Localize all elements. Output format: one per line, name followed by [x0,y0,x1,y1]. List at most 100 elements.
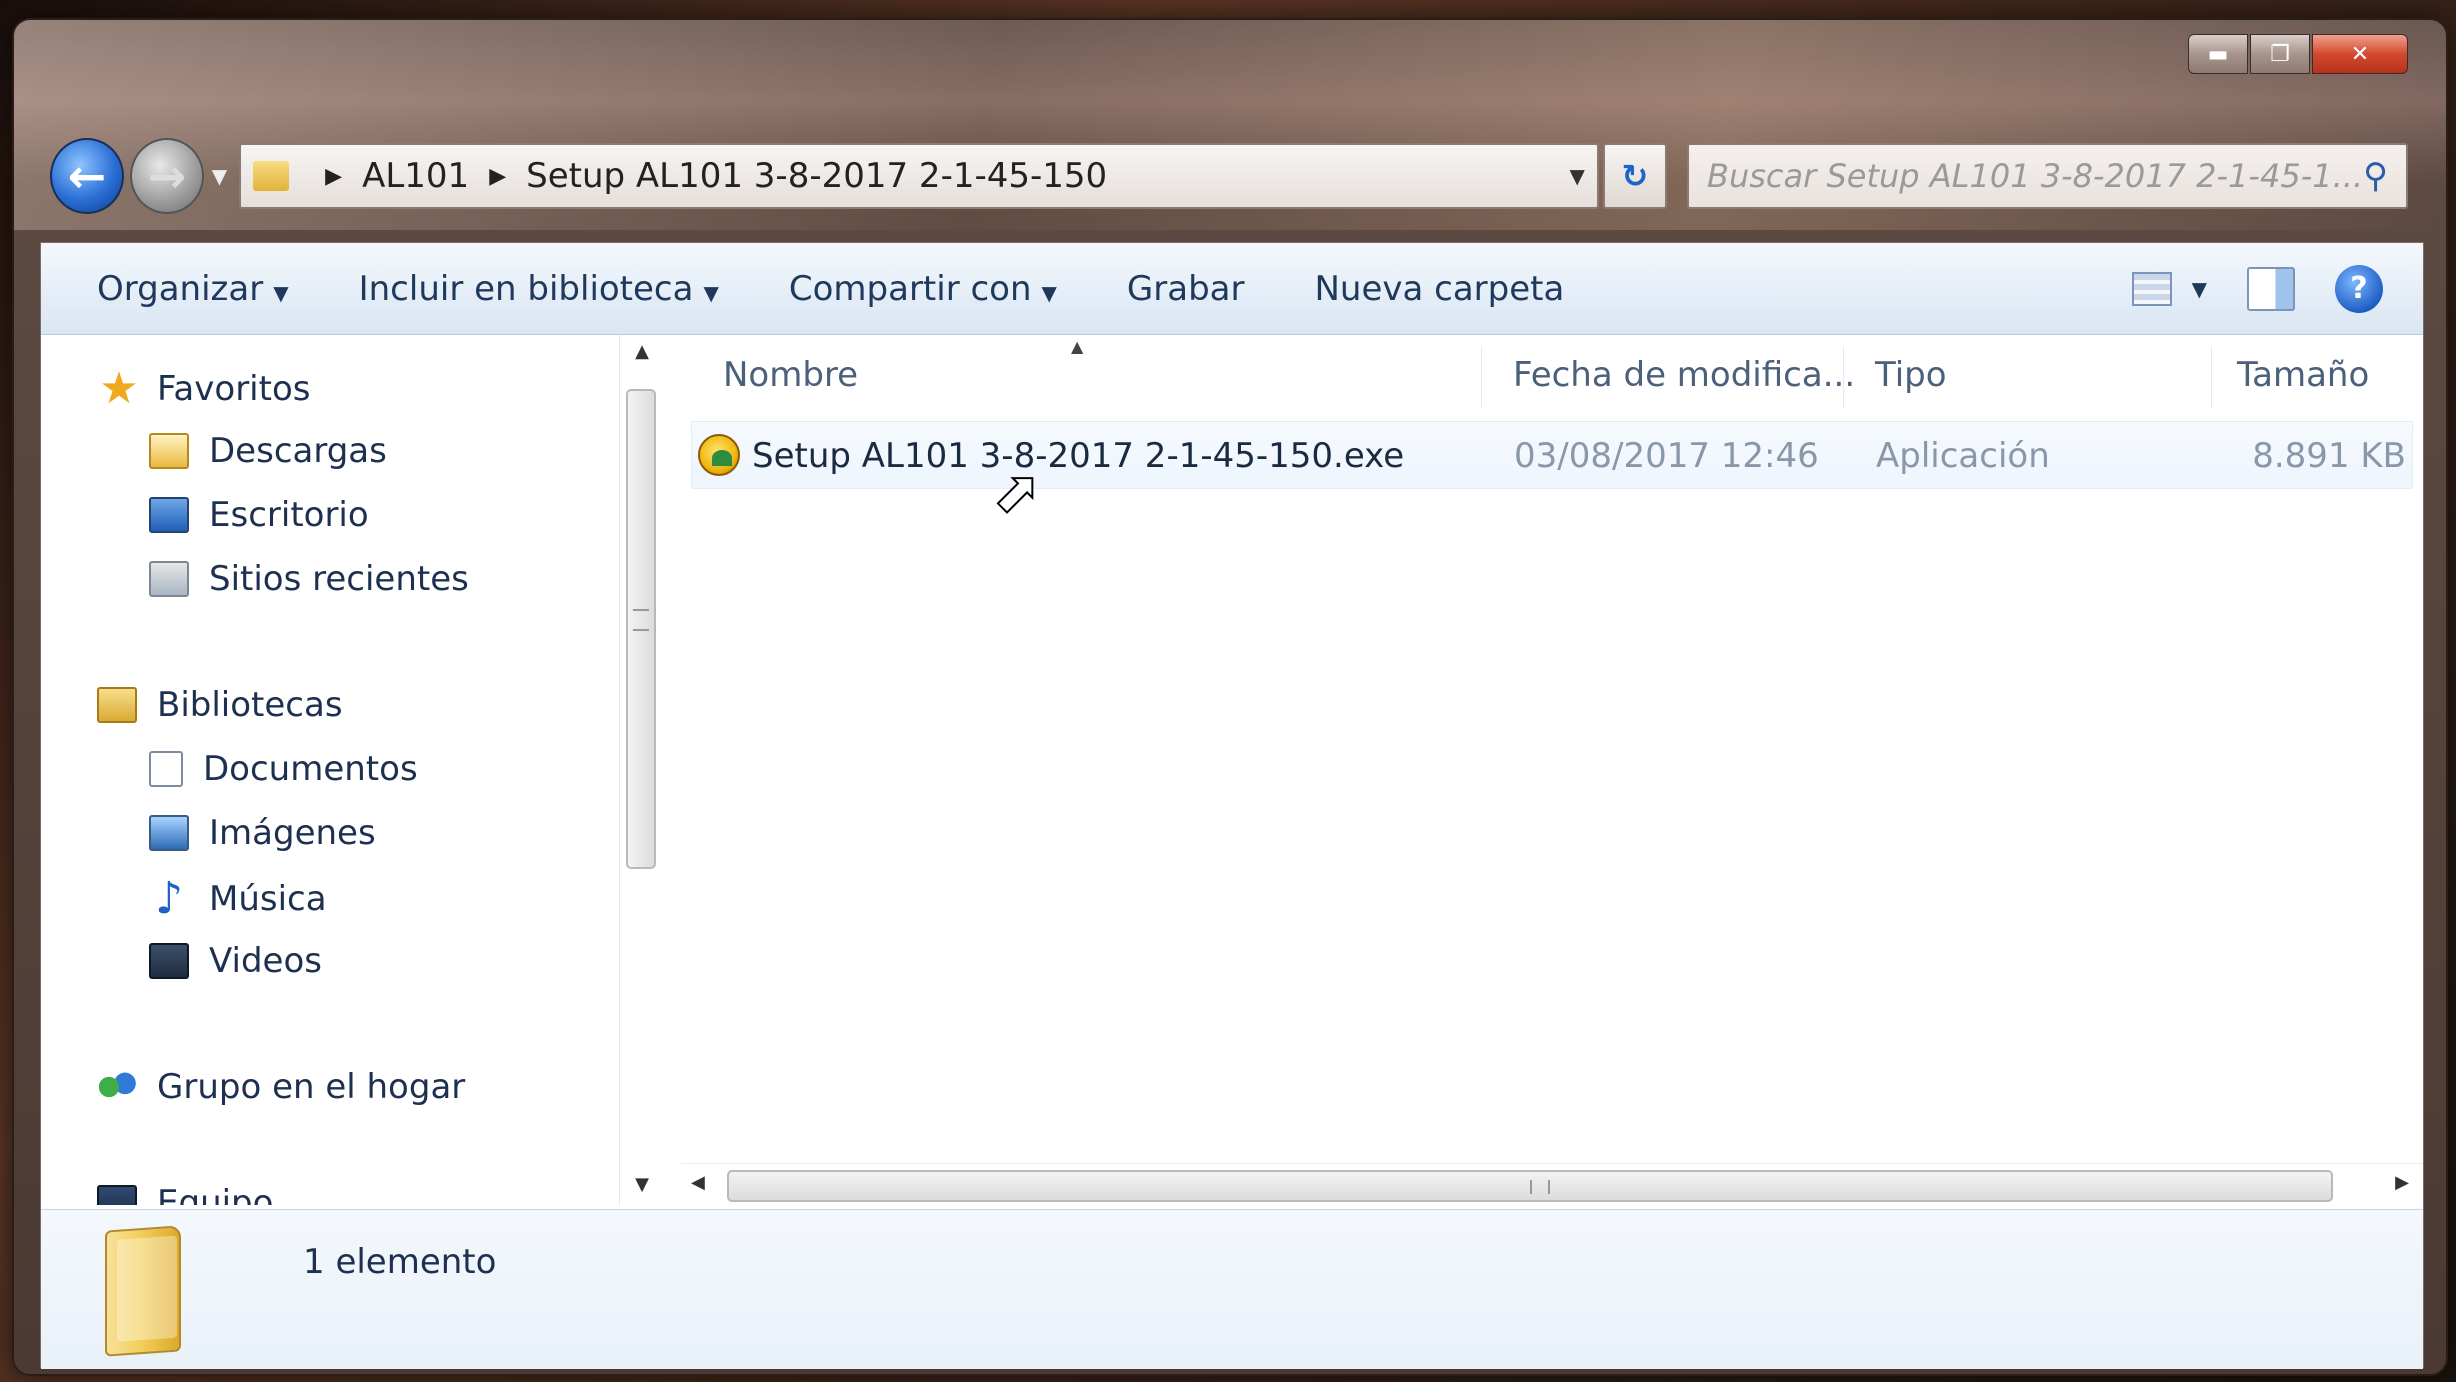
share-with-button[interactable]: Compartir con ▼ [789,269,1057,309]
search-icon[interactable]: ⚲ [2363,156,2388,196]
documents-icon [149,751,183,787]
breadcrumb-setup-folder[interactable]: Setup AL101 3-8-2017 2-1-45-150 [526,156,1107,196]
explorer-client-area: Organizar ▼ Incluir en biblioteca ▼ Compar… [40,242,2424,1369]
arrow-forward-icon: → [147,149,187,203]
scroll-down-icon[interactable]: ▼ [620,1174,664,1195]
help-icon[interactable]: ? [2335,264,2383,313]
command-bar: Organizar ▼ Incluir en biblioteca ▼ Compar… [41,243,2423,335]
nav-item-music[interactable]: ♪ Música [149,877,327,921]
close-button[interactable]: ✕ [2312,34,2408,74]
toolbar-right-group: ▼ ? [2131,264,2423,313]
scrollbar-grip [633,609,649,631]
scrollbar-thumb[interactable] [727,1170,2333,1202]
column-divider[interactable] [2211,347,2212,407]
explorer-window: ▬ ❐ ✕ ← → ▼ ▶ AL101 ▶ Setup AL101 3-8-20… [12,18,2448,1376]
forward-button[interactable]: → [129,138,204,214]
nav-item-label: Sitios recientes [209,559,469,599]
minimize-button[interactable]: ▬ [2188,34,2248,74]
nav-item-recent-places[interactable]: Sitios recientes [149,559,469,599]
file-type: Aplicación [1876,436,2050,476]
nav-item-label: Descargas [209,431,387,471]
column-type-header[interactable]: Tipo [1875,355,1947,395]
nav-item-computer[interactable]: Equipo [97,1183,273,1205]
star-icon: ★ [99,363,139,414]
search-input[interactable]: Buscar Setup AL101 3-8-2017 2-1-45-1... [1707,157,2363,195]
scrollbar-grip [1530,1180,1550,1194]
recent-places-icon [149,561,189,597]
recent-pages-dropdown[interactable]: ▼ [212,164,227,188]
chevron-down-icon: ▼ [703,280,719,305]
nav-item-documents[interactable]: Documentos [149,749,418,789]
nav-item-label: Imágenes [209,813,376,853]
file-list: ▲ Nombre Fecha de modifica... Tipo Tamañ… [681,335,2423,1205]
nav-item-label: Música [209,879,327,919]
file-name[interactable]: Setup AL101 3-8-2017 2-1-45-150.exe [752,436,1404,476]
mouse-pointer-icon: ⬈ [992,460,1041,525]
horizontal-scrollbar[interactable]: ◀ ▶ [681,1163,2423,1207]
address-dropdown-icon[interactable]: ▼ [1569,164,1584,188]
folder-icon [105,1225,181,1357]
refresh-button[interactable]: ↻ [1602,143,1668,209]
scroll-left-icon[interactable]: ◀ [691,1172,705,1193]
include-in-library-label: Incluir en biblioteca [358,268,694,309]
nav-item-label: Favoritos [157,369,311,409]
navigation-bar: ← → ▼ ▶ AL101 ▶ Setup AL101 3-8-2017 2-1… [50,134,2409,218]
navigation-pane-scrollbar[interactable]: ▲ ▼ [619,335,663,1205]
libraries-icon [97,687,137,723]
include-in-library-button[interactable]: Incluir en biblioteca ▼ [359,269,719,309]
videos-icon [149,943,189,979]
organize-button[interactable]: Organizar ▼ [97,269,289,309]
nav-item-label: Videos [209,941,322,981]
nav-item-label: Equipo [157,1183,274,1205]
nav-item-favorites[interactable]: ★ Favoritos [97,367,310,411]
scroll-up-icon[interactable]: ▲ [620,341,664,362]
nav-item-videos[interactable]: Videos [149,941,322,981]
homegroup-icon [97,1069,137,1105]
nav-item-homegroup[interactable]: Grupo en el hogar [97,1067,465,1107]
column-date-header[interactable]: Fecha de modifica... [1513,355,1855,395]
breadcrumb-al101[interactable]: AL101 [362,156,469,196]
details-pane: 1 elemento [41,1209,2423,1369]
music-note-icon: ♪ [154,873,184,924]
nav-item-label: Documentos [203,749,418,789]
nav-item-downloads[interactable]: Descargas [149,431,387,471]
burn-button[interactable]: Grabar [1127,269,1245,309]
address-bar[interactable]: ▶ AL101 ▶ Setup AL101 3-8-2017 2-1-45-15… [239,143,1599,209]
preview-pane-icon[interactable] [2247,266,2295,311]
new-folder-button[interactable]: Nueva carpeta [1314,269,1564,309]
folder-icon [253,161,290,191]
column-headers: ▲ Nombre Fecha de modifica... Tipo Tamañ… [681,335,2423,415]
nav-item-desktop[interactable]: Escritorio [149,495,369,535]
desktop-icon [149,497,189,533]
nav-item-pictures[interactable]: Imágenes [149,813,376,853]
file-date: 03/08/2017 12:46 [1514,436,1819,476]
maximize-button[interactable]: ❐ [2250,34,2310,74]
chevron-down-icon: ▼ [273,280,289,305]
column-divider[interactable] [1481,347,1482,407]
sort-indicator-icon: ▲ [1071,337,1084,356]
pictures-icon [149,815,189,851]
change-view-icon[interactable] [2131,271,2172,306]
caption-buttons: ▬ ❐ ✕ [2188,34,2408,74]
computer-icon [97,1185,137,1205]
arrow-back-icon: ← [67,149,107,203]
file-row[interactable]: Setup AL101 3-8-2017 2-1-45-150.exe 03/0… [691,421,2413,489]
application-icon [698,434,740,476]
navigation-pane: ★ Favoritos Descargas Escritorio Sitios … [41,335,641,1205]
search-box[interactable]: Buscar Setup AL101 3-8-2017 2-1-45-1... … [1687,143,2409,209]
column-size-header[interactable]: Tamaño [2237,355,2369,395]
organize-label: Organizar [97,268,264,309]
nav-item-label: Escritorio [209,495,369,535]
nav-item-label: Grupo en el hogar [157,1067,466,1107]
chevron-right-icon[interactable]: ▶ [489,164,506,189]
column-name-header[interactable]: Nombre [723,355,858,395]
chevron-right-icon[interactable]: ▶ [325,164,342,189]
view-options-dropdown-icon[interactable]: ▼ [2192,277,2207,301]
nav-item-libraries[interactable]: Bibliotecas [97,685,343,725]
scroll-right-icon[interactable]: ▶ [2395,1172,2409,1193]
column-divider[interactable] [1843,347,1844,407]
back-button[interactable]: ← [50,138,124,214]
refresh-icon: ↻ [1621,157,1649,195]
item-count: 1 elemento [303,1242,497,1282]
downloads-folder-icon [149,433,189,469]
